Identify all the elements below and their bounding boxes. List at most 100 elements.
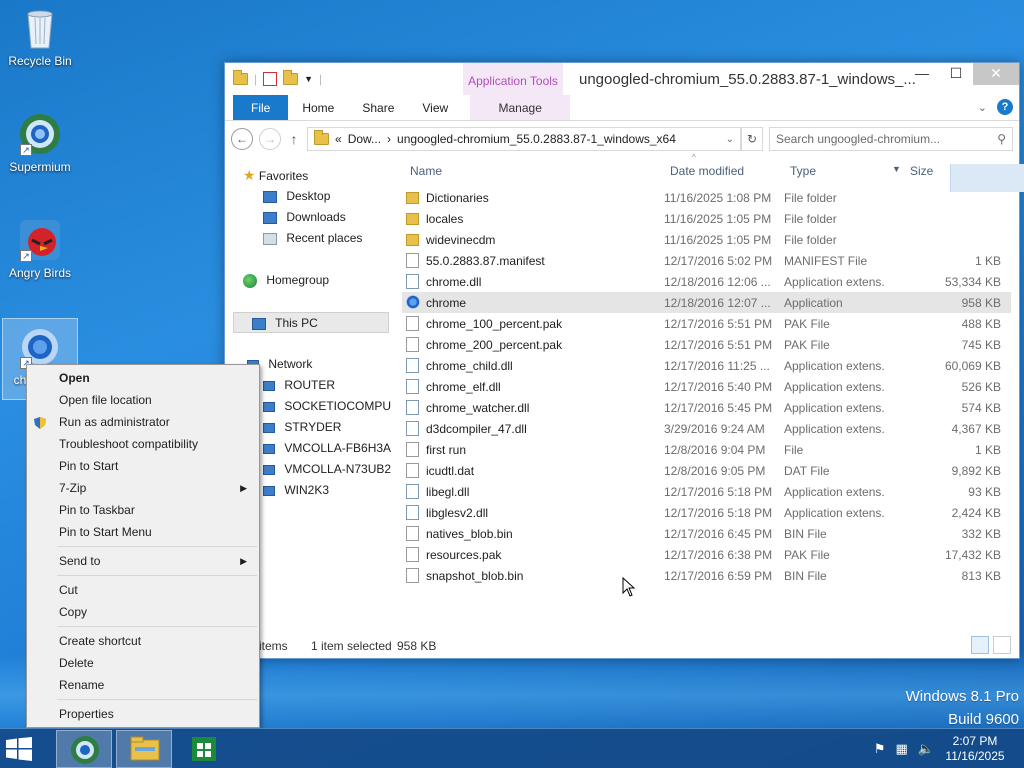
file-row[interactable]: natives_blob.bin 12/17/2016 6:45 PM BIN Fi… [402,523,1011,544]
new-folder-icon[interactable] [283,70,299,85]
taskbar-supermium[interactable] [56,730,112,768]
file-row[interactable]: libegl.dll 12/17/2016 5:18 PM Application … [402,481,1011,502]
network-tray-icon[interactable]: ▦ [896,741,908,757]
status-item-count: items [259,639,288,653]
customize-qat-icon[interactable]: ▼ [304,74,313,84]
menu-rename[interactable]: Rename [27,674,259,696]
file-row[interactable]: resources.pak 12/17/2016 6:38 PM PAK File 1… [402,544,1011,565]
nav-downloads[interactable]: Downloads [225,207,391,228]
tab-file[interactable]: File [233,95,289,120]
volume-icon[interactable]: 🔈 [918,741,934,757]
breadcrumb-current[interactable]: ungoogled-chromium_55.0.2883.87-1_window… [397,132,676,146]
quick-access-toolbar: | ▼ | [225,70,322,86]
desktop-icon-supermium[interactable]: ↗ Supermium [2,112,78,174]
menu-pin-to-taskbar[interactable]: Pin to Taskbar [27,499,259,521]
breadcrumb-separator[interactable]: › [387,132,391,146]
back-button[interactable]: ← [231,128,253,150]
file-row[interactable]: 55.0.2883.87.manifest 12/17/2016 5:02 PM M… [402,250,1011,271]
file-row[interactable]: d3dcompiler_47.dll 3/29/2016 9:24 AM Appli… [402,418,1011,439]
file-icon [406,547,419,562]
file-row[interactable]: chrome.dll 12/18/2016 12:06 ... Applicatio… [402,271,1011,292]
menu-pin-to-start-menu[interactable]: Pin to Start Menu [27,521,259,543]
menu-pin-to-start[interactable]: Pin to Start [27,455,259,477]
menu-cut[interactable]: Cut [27,579,259,601]
file-row[interactable]: icudtl.dat 12/8/2016 9:05 PM DAT File 9,892… [402,460,1011,481]
menu-troubleshoot-compatibility[interactable]: Troubleshoot compatibility [27,433,259,455]
file-name: first run [426,443,467,457]
forward-button[interactable]: → [259,128,281,150]
folder-icon [406,213,419,225]
tab-home[interactable]: Home [288,95,348,120]
address-overflow[interactable]: « [335,132,342,146]
action-center-flag-icon[interactable]: ⚑ [874,741,886,757]
refresh-button[interactable]: ↻ [741,127,763,151]
file-name: libegl.dll [426,485,470,499]
menu-properties[interactable]: Properties [27,703,259,725]
file-icon [406,337,419,352]
file-row[interactable]: chrome 12/18/2016 12:07 ... Application 958… [402,292,1011,313]
ribbon-tabs: File Home Share View Manage ⌄ ? [225,95,1019,121]
column-type[interactable]: Type [790,164,816,178]
nav-recent-places[interactable]: Recent places [225,228,391,249]
large-icons-view-button[interactable] [993,636,1011,654]
tab-share[interactable]: Share [348,95,408,120]
network-computer-icon [263,401,275,412]
clock[interactable]: 2:07 PM 11/16/2025 [940,734,1010,764]
type-filter-dropdown-icon[interactable]: ▼ [892,164,901,174]
status-selected-size: 958 KB [397,639,437,653]
tab-manage[interactable]: Manage [470,95,571,120]
file-size: 526 KB [961,380,1001,394]
file-row[interactable]: chrome_elf.dll 12/17/2016 5:40 PM Applicat… [402,376,1011,397]
file-row[interactable]: libglesv2.dll 12/17/2016 5:18 PM Applicati… [402,502,1011,523]
column-size[interactable]: Size [910,164,933,178]
file-type: Application extens... [784,422,884,436]
nav-this-pc[interactable]: This PC [233,312,389,333]
application-icon [406,295,420,309]
desktop-icon-angry-birds[interactable]: ↗ Angry Birds [2,218,78,280]
menu-open-file-location[interactable]: Open file location [27,389,259,411]
desktop-icon-recycle-bin[interactable]: Recycle Bin [2,6,78,68]
file-row[interactable]: first run 12/8/2016 9:04 PM File 1 KB [402,439,1011,460]
file-row[interactable]: snapshot_blob.bin 12/17/2016 6:59 PM BIN F… [402,565,1011,586]
address-bar[interactable]: « Dow... › ungoogled-chromium_55.0.2883.… [307,127,741,151]
file-row[interactable]: chrome_200_percent.pak 12/17/2016 5:51 PM… [402,334,1011,355]
file-row[interactable]: chrome_100_percent.pak 12/17/2016 5:51 PM… [402,313,1011,334]
file-row[interactable]: widevinecdm 11/16/2025 1:05 PM File folder [402,229,1011,250]
menu-delete[interactable]: Delete [27,652,259,674]
column-name[interactable]: Name [410,164,442,178]
column-date-modified[interactable]: Date modified [670,164,744,178]
address-dropdown-icon[interactable]: ⌄ [726,134,734,145]
file-row[interactable]: chrome_child.dll 12/17/2016 11:25 ... Appl… [402,355,1011,376]
menu-open[interactable]: Open [27,367,259,389]
menu-send-to[interactable]: Send to ▶ [27,550,259,572]
breadcrumb-downloads[interactable]: Dow... [348,132,381,146]
menu-copy[interactable]: Copy [27,601,259,623]
taskbar-file-explorer[interactable] [116,730,172,768]
nav-homegroup[interactable]: Homegroup [225,270,391,291]
up-button[interactable]: ↑ [287,131,301,147]
properties-icon[interactable] [263,72,278,86]
menu-7zip[interactable]: 7-Zip ▶ [27,477,259,499]
file-row[interactable]: Dictionaries 11/16/2025 1:08 PM File folde… [402,187,1011,208]
tab-view[interactable]: View [408,95,462,120]
windows-logo-icon [6,737,32,761]
file-row[interactable]: locales 11/16/2025 1:05 PM File folder [402,208,1011,229]
help-icon[interactable]: ? [997,99,1013,115]
menu-create-shortcut[interactable]: Create shortcut [27,630,259,652]
file-size: 9,892 KB [951,464,1001,478]
menu-run-as-administrator[interactable]: Run as administrator [27,411,259,433]
file-date: 12/17/2016 5:40 PM [664,380,773,394]
start-button[interactable] [6,737,32,761]
minimize-button[interactable]: — [905,63,939,85]
submenu-arrow-icon: ▶ [240,556,247,566]
menu-separator [57,626,257,627]
expand-ribbon-icon[interactable]: ⌄ [978,101,987,114]
file-row[interactable]: chrome_watcher.dll 12/17/2016 5:45 PM Appl… [402,397,1011,418]
taskbar-store[interactable] [176,730,232,768]
search-input[interactable]: Search ungoogled-chromium... ⚲ [769,127,1013,151]
close-button[interactable]: ✕ [973,63,1019,85]
details-view-button[interactable] [971,636,989,654]
nav-desktop[interactable]: Desktop [225,186,391,207]
maximize-button[interactable]: ☐ [939,63,973,85]
nav-favorites[interactable]: ★ Favorites [225,165,391,186]
